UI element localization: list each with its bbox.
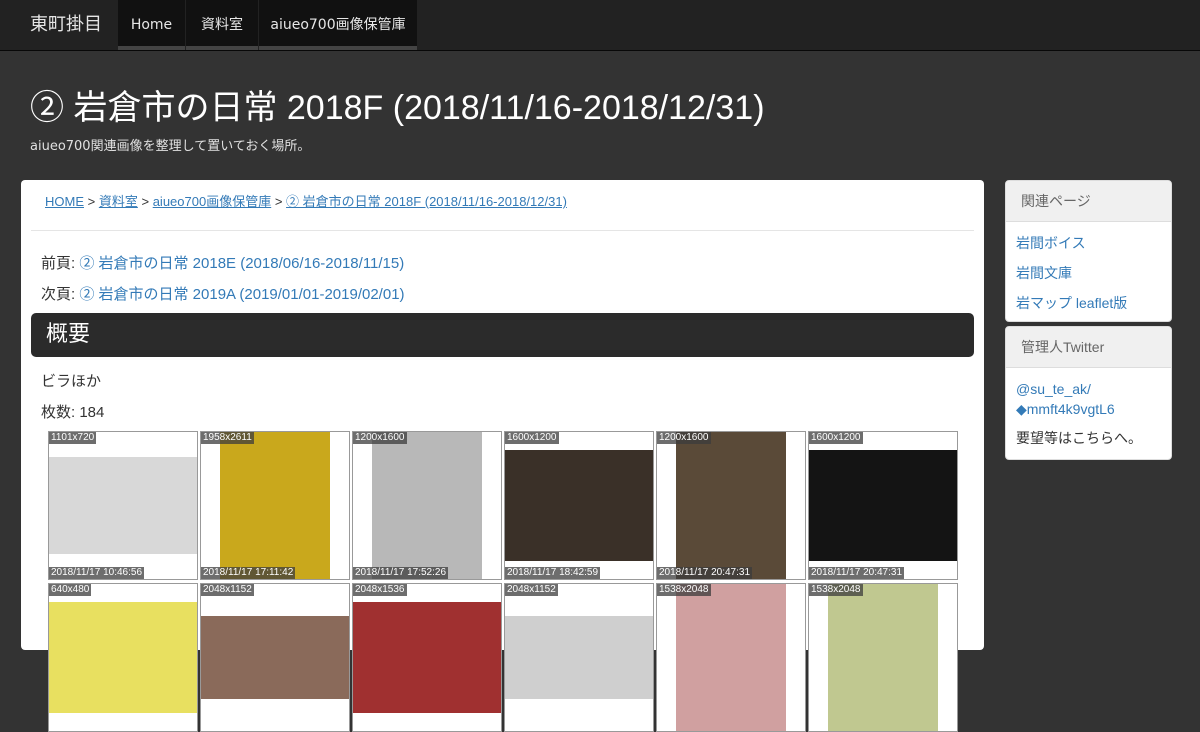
thumbnail-size: 1538x2048 xyxy=(657,584,711,596)
thumbnail-date: 2018/11/17 10:46:56 xyxy=(49,567,145,579)
page-subtitle: aiueo700関連画像を整理して置いておく場所。 xyxy=(30,139,311,154)
thumbnail-image xyxy=(49,602,197,713)
thumbnail-image xyxy=(372,432,482,579)
nav-tab-home[interactable]: Home xyxy=(118,0,185,50)
overview-heading: 概要 xyxy=(31,313,974,357)
twitter-tripcode: ◆mmft4k9vgtL6 xyxy=(1016,401,1115,417)
prev-page-label: 前頁: xyxy=(41,255,76,272)
breadcrumb-image-vault[interactable]: aiueo700画像保管庫 xyxy=(153,194,272,209)
thumbnail[interactable]: 1200x1600 2018/11/17 17:52:26 xyxy=(352,431,502,580)
next-page-link[interactable]: ② 岩倉市の日常 2019A (2019/01/01-2019/02/01) xyxy=(79,286,404,303)
breadcrumb: HOME > 資料室 > aiueo700画像保管庫 > ② 岩倉市の日常 20… xyxy=(45,191,567,210)
thumbnail-size: 1600x1200 xyxy=(505,432,559,444)
thumbnail-image xyxy=(676,584,786,731)
thumbnail[interactable]: 1958x2611 2018/11/17 17:11:42 xyxy=(200,431,350,580)
breadcrumb-home[interactable]: HOME xyxy=(45,194,84,209)
prev-page-link[interactable]: ② 岩倉市の日常 2018E (2018/06/16-2018/11/15) xyxy=(79,255,404,272)
thumbnail-size: 2048x1152 xyxy=(201,584,254,596)
related-link-iwama-library[interactable]: 岩間文庫 xyxy=(1016,258,1161,288)
breadcrumb-archive[interactable]: 資料室 xyxy=(99,194,138,209)
breadcrumb-current[interactable]: ② 岩倉市の日常 2018F (2018/11/16-2018/12/31) xyxy=(286,194,567,209)
thumbnail-date: 2018/11/17 20:47:31 xyxy=(657,567,753,579)
thumbnail-size: 1200x1600 xyxy=(353,432,407,444)
thumbnail[interactable]: 1600x1200 2018/11/17 20:47:31 xyxy=(808,431,958,580)
overview-description: ビラほか xyxy=(41,373,102,390)
thumbnail-size: 2048x1536 xyxy=(353,584,407,596)
thumbnail[interactable]: 1538x2048 xyxy=(656,583,806,732)
thumbnail-image xyxy=(676,432,786,579)
thumbnail-image xyxy=(809,450,957,561)
breadcrumb-sep: > xyxy=(141,194,150,209)
thumbnail-image xyxy=(201,616,349,699)
breadcrumb-sep: > xyxy=(87,194,96,209)
page-title: ② 岩倉市の日常 2018F (2018/11/16-2018/12/31) xyxy=(30,89,765,127)
thumbnail-image xyxy=(49,457,197,554)
thumbnail-size: 640x480 xyxy=(49,584,92,596)
related-pages-panel: 関連ページ 岩間ボイス 岩間文庫 岩マップ leaflet版 xyxy=(1005,180,1172,322)
thumbnail[interactable]: 1538x2048 xyxy=(808,583,958,732)
thumbnail-date: 2018/11/17 18:42:59 xyxy=(505,567,601,579)
image-count: 枚数: 184 xyxy=(41,404,105,421)
thumbnail-size: 1958x2611 xyxy=(201,432,254,444)
nav-tab-image-vault[interactable]: aiueo700画像保管庫 xyxy=(259,0,417,50)
thumbnail[interactable]: 1200x1600 2018/11/17 20:47:31 xyxy=(656,431,806,580)
thumbnail[interactable]: 2048x1536 xyxy=(352,583,502,732)
thumbnail-image xyxy=(505,450,653,561)
thumbnail-size: 1538x2048 xyxy=(809,584,863,596)
nav-tab-archive[interactable]: 資料室 xyxy=(186,0,258,50)
thumbnail-size: 1101x720 xyxy=(49,432,97,444)
main-panel: HOME > 資料室 > aiueo700画像保管庫 > ② 岩倉市の日常 20… xyxy=(21,180,984,732)
thumbnail-image xyxy=(828,584,938,731)
twitter-handle-link[interactable]: @su_te_ak/ ◆mmft4k9vgtL6 xyxy=(1016,376,1161,419)
thumbnail[interactable]: 2048x1152 xyxy=(200,583,350,732)
thumbnail-size: 2048x1152 xyxy=(505,584,558,596)
related-pages-heading: 関連ページ xyxy=(1006,181,1171,222)
twitter-handle: @su_te_ak/ xyxy=(1016,381,1091,397)
thumbnail[interactable]: 1600x1200 2018/11/17 18:42:59 xyxy=(504,431,654,580)
site-brand[interactable]: 東町掛目 xyxy=(30,0,102,50)
admin-twitter-panel: 管理人Twitter @su_te_ak/ ◆mmft4k9vgtL6 要望等は… xyxy=(1005,326,1172,460)
thumbnail[interactable]: 640x480 xyxy=(48,583,198,732)
thumbnail-date: 2018/11/17 17:11:42 xyxy=(201,567,296,579)
thumbnail-size: 1600x1200 xyxy=(809,432,863,444)
thumbnail-date: 2018/11/17 20:47:31 xyxy=(809,567,905,579)
thumbnail-size: 1200x1600 xyxy=(657,432,711,444)
related-link-iwa-map[interactable]: 岩マップ leaflet版 xyxy=(1016,288,1161,318)
thumbnail-image xyxy=(505,616,653,699)
admin-twitter-heading: 管理人Twitter xyxy=(1006,327,1171,368)
next-page-row: 次頁: ② 岩倉市の日常 2019A (2019/01/01-2019/02/0… xyxy=(41,283,405,304)
top-navbar: 東町掛目 Home 資料室 aiueo700画像保管庫 xyxy=(0,0,1200,51)
thumbnail-image xyxy=(220,432,330,579)
thumbnail-date: 2018/11/17 17:52:26 xyxy=(353,567,449,579)
thumbnail[interactable]: 1101x720 2018/11/17 10:46:56 xyxy=(48,431,198,580)
thumbnail-image xyxy=(353,602,501,713)
prev-page-row: 前頁: ② 岩倉市の日常 2018E (2018/06/16-2018/11/1… xyxy=(41,252,404,273)
breadcrumb-sep: > xyxy=(274,194,283,209)
next-page-label: 次頁: xyxy=(41,286,76,303)
divider xyxy=(31,230,974,231)
thumbnail[interactable]: 2048x1152 xyxy=(504,583,654,732)
related-link-iwama-voice[interactable]: 岩間ボイス xyxy=(1016,228,1161,258)
admin-note: 要望等はこちらへ。 xyxy=(1016,430,1142,446)
